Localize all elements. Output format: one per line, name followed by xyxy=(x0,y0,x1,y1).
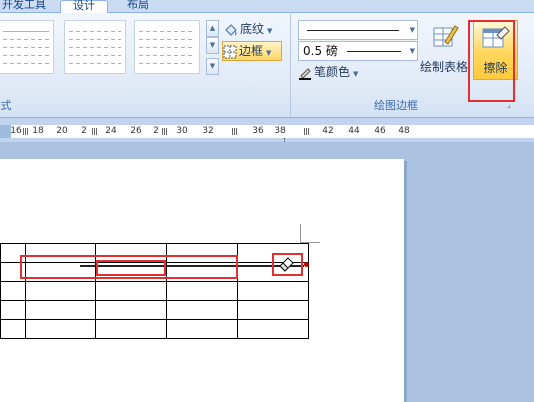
draw-table-pencil-icon xyxy=(433,25,459,47)
column-marker-grip[interactable] xyxy=(232,128,238,135)
eraser-cursor-icon xyxy=(279,257,294,272)
table-cell[interactable] xyxy=(95,300,167,320)
column-marker-grip[interactable] xyxy=(162,128,168,135)
borders-button[interactable]: 边框 ▼ xyxy=(222,41,282,61)
line-endpoint-dot xyxy=(304,262,309,267)
table-cell[interactable] xyxy=(95,319,167,339)
line-weight-combo[interactable]: 0.5 磅 ▼ xyxy=(298,41,418,61)
table-cell[interactable] xyxy=(237,300,309,320)
styles-scroll-down-button[interactable]: ▼ xyxy=(206,37,219,54)
ruler-tick-label: 48 xyxy=(398,126,410,136)
pen-icon xyxy=(299,67,311,80)
table-row xyxy=(0,281,309,301)
table-cell[interactable] xyxy=(0,281,26,301)
styles-scroll-up-button[interactable]: ▲ xyxy=(206,20,219,37)
table-cell[interactable] xyxy=(25,319,96,339)
borders-grid-icon xyxy=(223,45,237,58)
line-weight-value: 0.5 磅 xyxy=(303,44,338,58)
ruler-tick-label: 42 xyxy=(322,126,334,136)
table-cell[interactable] xyxy=(237,281,309,301)
column-marker-grip[interactable] xyxy=(92,128,98,135)
table-cell[interactable] xyxy=(25,300,96,320)
line-style-combo[interactable]: ▼ xyxy=(298,20,418,40)
ruler-tick-label: 30 xyxy=(176,126,188,136)
table-styles-group-label: 式 xyxy=(0,99,12,112)
shading-button[interactable]: 底纹 ▼ xyxy=(224,20,286,38)
paint-bucket-icon xyxy=(225,23,237,36)
ruler-tick-label: 36 xyxy=(252,126,264,136)
table-row xyxy=(0,319,309,339)
chevron-down-icon: ▼ xyxy=(409,26,415,34)
shading-label: 底纹 xyxy=(240,22,265,36)
styles-more-button[interactable]: ▼ xyxy=(206,58,219,75)
page-shadow xyxy=(404,161,407,402)
crop-mark xyxy=(300,224,301,243)
tab-layout[interactable]: 布局 xyxy=(118,0,158,12)
ruler-tick-label: 38 xyxy=(274,126,286,136)
table-cell[interactable] xyxy=(166,300,238,320)
table-cell[interactable] xyxy=(25,281,96,301)
table-cell[interactable] xyxy=(237,319,309,339)
ruler-tick-label: 18 xyxy=(32,126,44,136)
draw-borders-group-label: 绘图边框 xyxy=(374,99,418,112)
table-cell[interactable] xyxy=(166,281,238,301)
table-cell[interactable] xyxy=(0,300,26,320)
table-style-swatch[interactable] xyxy=(134,20,200,74)
table-cell[interactable] xyxy=(0,319,26,339)
borders-label: 边框 xyxy=(239,44,264,58)
eraser-highlight-box xyxy=(468,20,515,102)
column-marker-grip[interactable] xyxy=(23,128,29,135)
column-marker-grip[interactable] xyxy=(304,128,310,135)
tab-developer-tools[interactable]: 开发工具 xyxy=(0,0,54,12)
tab-design[interactable]: 设计 xyxy=(60,0,108,14)
draw-table-button[interactable]: 绘制表格 xyxy=(420,20,468,78)
chevron-down-icon: ▼ xyxy=(409,47,415,55)
ruler-tick-label: 32 xyxy=(202,126,214,136)
pen-color-button[interactable]: 笔颜色 ▼ xyxy=(298,63,368,81)
ruler-tick-label: 24 xyxy=(105,126,117,136)
ruler-tick-label: 46 xyxy=(374,126,386,136)
ruler-tick-label: 26 xyxy=(130,126,142,136)
dialog-launcher-icon[interactable]: ⌟ xyxy=(507,101,515,109)
ruler-tick-label: 2 xyxy=(81,126,87,136)
draw-table-label: 绘制表格 xyxy=(420,60,469,74)
erase-selection-box xyxy=(96,260,166,276)
ruler-tick-label: 44 xyxy=(348,126,360,136)
table-cell[interactable] xyxy=(95,281,167,301)
table-cell[interactable] xyxy=(166,319,238,339)
pen-color-label: 笔颜色 xyxy=(314,65,351,79)
group-separator xyxy=(290,14,291,117)
table-row xyxy=(0,300,309,320)
ruler-tick-label: 20 xyxy=(56,126,68,136)
table-style-swatch[interactable] xyxy=(64,20,126,74)
table-style-swatch[interactable] xyxy=(0,20,54,74)
